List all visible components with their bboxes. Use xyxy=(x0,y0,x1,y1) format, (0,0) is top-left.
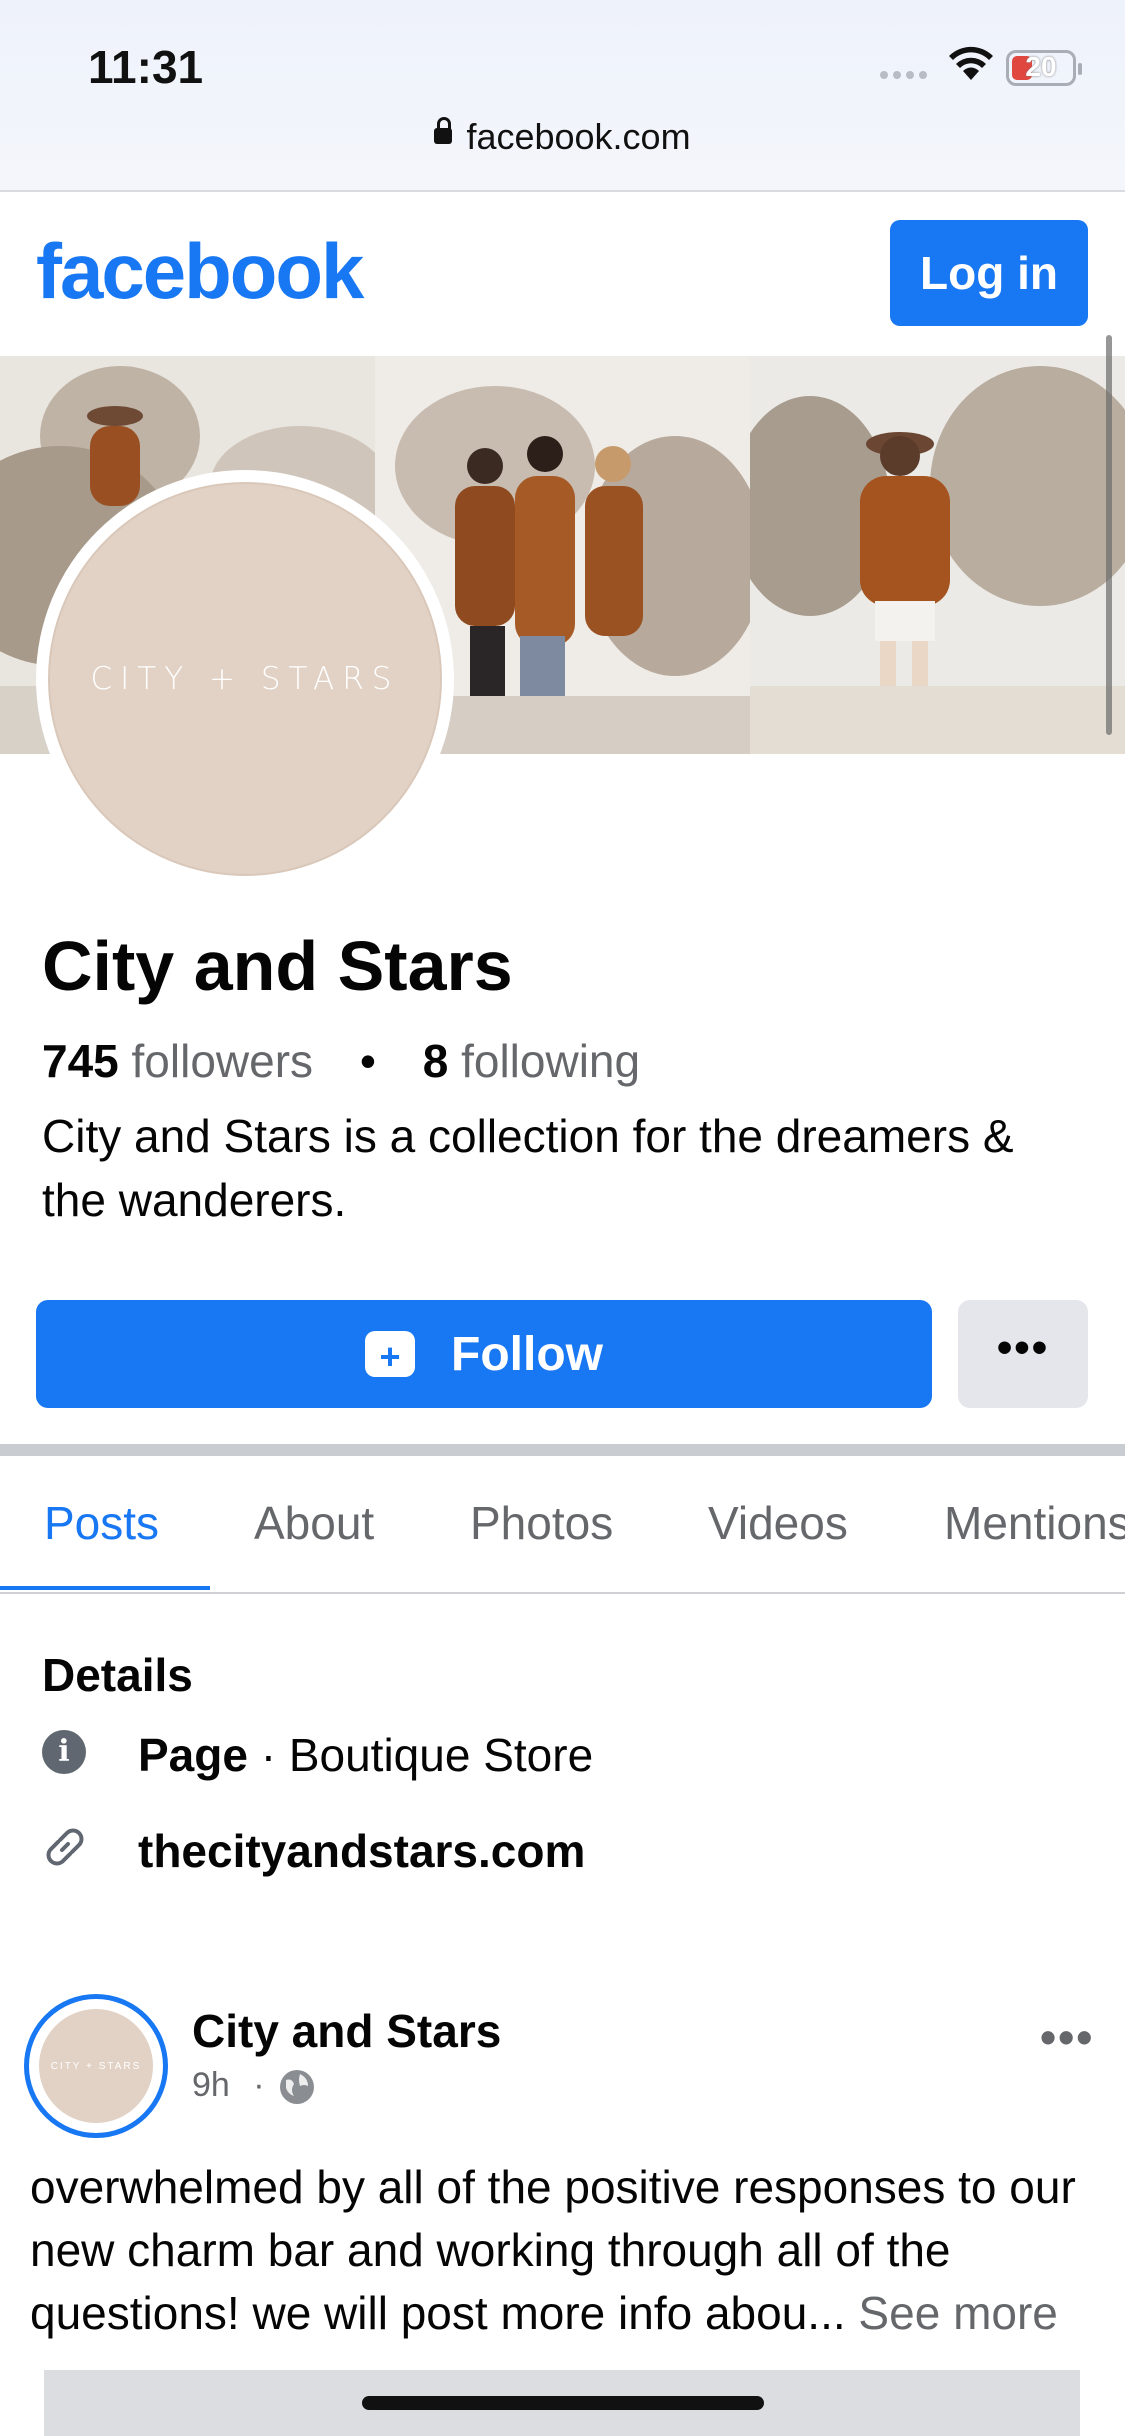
active-tab-indicator xyxy=(0,1586,210,1590)
url-text: facebook.com xyxy=(466,116,691,157)
tab-posts[interactable]: Posts xyxy=(44,1496,159,1550)
post-meta-dot: · xyxy=(253,2066,265,2104)
following-label[interactable]: following xyxy=(461,1035,640,1087)
address-bar[interactable]: facebook.com xyxy=(0,116,1125,158)
stats-separator: • xyxy=(359,1035,376,1087)
see-more-link[interactable]: See more xyxy=(846,2287,1057,2339)
follow-label: Follow xyxy=(451,1327,603,1381)
page-type-label: Page xyxy=(138,1729,248,1781)
page-bio: City and Stars is a collection for the d… xyxy=(42,1110,1014,1226)
cover-photo-panel-3 xyxy=(750,356,1125,754)
post-options-button[interactable]: ••• xyxy=(1040,2010,1094,2064)
globe-icon xyxy=(278,2068,316,2111)
battery-level: 20 xyxy=(1025,51,1057,82)
lock-icon xyxy=(434,117,453,145)
post-time[interactable]: 9h xyxy=(192,2066,230,2104)
followers-label[interactable]: followers xyxy=(132,1035,314,1087)
page-category-value: · Boutique Store xyxy=(247,1729,594,1781)
profile-tabs: Posts About Photos Videos Mentions xyxy=(0,1456,1125,1594)
follow-stats: 745 followers • 8 following xyxy=(42,1034,640,1088)
wifi-icon xyxy=(948,46,994,87)
follow-button[interactable]: Follow xyxy=(36,1300,932,1408)
avatar-logo-text: CITY + STARS xyxy=(90,661,400,697)
info-icon: i xyxy=(42,1730,86,1774)
following-count[interactable]: 8 xyxy=(423,1035,449,1087)
post-meta: 9h · xyxy=(192,2066,265,2105)
browser-status-bar xyxy=(0,0,1125,192)
avatar-image: CITY + STARS xyxy=(48,482,442,876)
followers-count[interactable]: 745 xyxy=(42,1035,119,1087)
tab-videos[interactable]: Videos xyxy=(708,1496,848,1550)
facebook-logo[interactable]: facebook xyxy=(36,226,364,317)
post-author-name[interactable]: City and Stars xyxy=(192,2004,501,2058)
page-category: Page · Boutique Store xyxy=(138,1728,593,1782)
tab-photos[interactable]: Photos xyxy=(470,1496,613,1550)
battery-icon: 20 xyxy=(1006,50,1082,86)
signal-icon xyxy=(880,66,932,84)
post-text: overwhelmed by all of the positive respo… xyxy=(30,2156,1110,2345)
post-avatar-text: CITY + STARS xyxy=(50,2060,142,2072)
follow-icon xyxy=(365,1331,416,1377)
tab-about[interactable]: About xyxy=(254,1496,374,1550)
link-icon xyxy=(40,1822,90,1877)
more-options-button[interactable]: ••• xyxy=(958,1300,1088,1408)
tab-mentions[interactable]: Mentions xyxy=(944,1496,1125,1550)
page-title: City and Stars xyxy=(42,927,513,1005)
page-scrollbar[interactable] xyxy=(1106,335,1112,735)
status-time: 11:31 xyxy=(88,41,204,93)
section-divider xyxy=(0,1444,1125,1456)
website-link[interactable]: thecityandstars.com xyxy=(138,1824,585,1878)
login-button[interactable]: Log in xyxy=(890,220,1088,326)
post-author-avatar[interactable]: CITY + STARS xyxy=(24,1994,168,2138)
home-indicator[interactable] xyxy=(362,2396,764,2410)
profile-avatar[interactable]: CITY + STARS xyxy=(36,470,454,888)
details-heading: Details xyxy=(42,1649,193,1701)
